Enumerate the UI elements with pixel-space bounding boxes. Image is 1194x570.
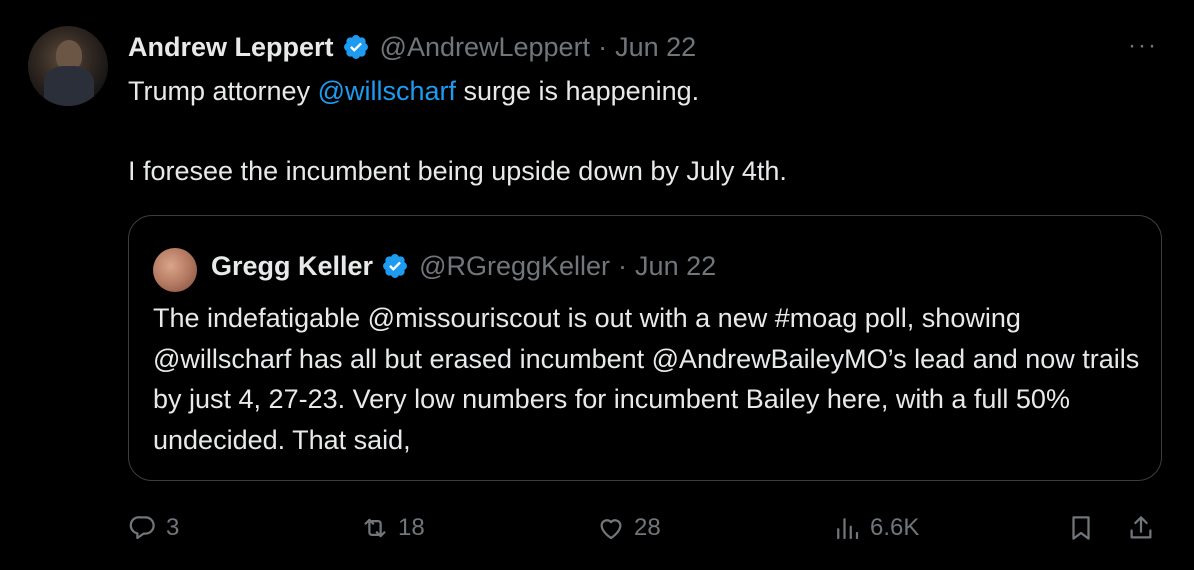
reply-count: 3 [166,514,180,541]
repost-icon [364,518,386,538]
tweet-date[interactable]: Jun 22 [615,32,696,63]
bookmark-button[interactable] [1066,508,1104,548]
tweet-text-line1: Trump attorney @willscharf surge is happ… [128,72,1148,110]
share-icon [1130,516,1152,539]
like-count: 28 [634,514,661,541]
separator-dot: · [618,250,628,281]
author-handle[interactable]: @AndrewLeppert [380,32,591,63]
reply-icon [129,516,155,540]
quoted-author-avatar [153,248,197,292]
tweet-text-suffix: surge is happening. [456,76,700,106]
reply-button[interactable]: 3 [128,508,179,548]
share-button[interactable] [1126,508,1164,548]
bookmark-icon [1072,516,1090,540]
author-avatar[interactable] [28,26,108,106]
quoted-author-name: Gregg Keller [211,250,374,281]
views-button[interactable]: 6.6K [832,508,919,548]
tweet[interactable]: Andrew Leppert @AndrewLeppert · Jun 22 ·… [0,0,1194,570]
tweet-text-prefix: Trump attorney [128,76,318,106]
heart-icon [600,519,622,540]
separator-dot: · [598,31,608,62]
tweet-header: Andrew Leppert @AndrewLeppert · Jun 22 [128,30,696,64]
repost-button[interactable]: 18 [360,508,425,548]
verified-badge-icon [343,35,368,59]
quoted-author-handle: @RGreggKeller [419,250,611,281]
views-count: 6.6K [870,514,920,541]
more-icon[interactable]: ··· [1128,34,1158,58]
mention-link[interactable]: @willscharf [318,76,456,106]
author-name[interactable]: Andrew Leppert [128,32,334,63]
quoted-tweet[interactable]: Gregg Keller @RGreggKeller · Jun 22 The … [128,215,1162,481]
verified-badge-icon [383,254,408,278]
tweet-text-line2: I foresee the incumbent being upside dow… [128,156,787,186]
repost-count: 18 [398,514,425,541]
quoted-tweet-header: Gregg Keller @RGreggKeller · Jun 22 [211,249,716,283]
tweet-text: Trump attorney @willscharf surge is happ… [128,72,1148,190]
like-button[interactable]: 28 [596,508,661,548]
action-bar: 3 18 28 6.6K [128,508,1162,548]
quoted-tweet-text: The indefatigable @missouriscout is out … [153,303,1140,455]
quoted-tweet-date: Jun 22 [635,250,717,281]
views-chart-icon [837,518,859,540]
